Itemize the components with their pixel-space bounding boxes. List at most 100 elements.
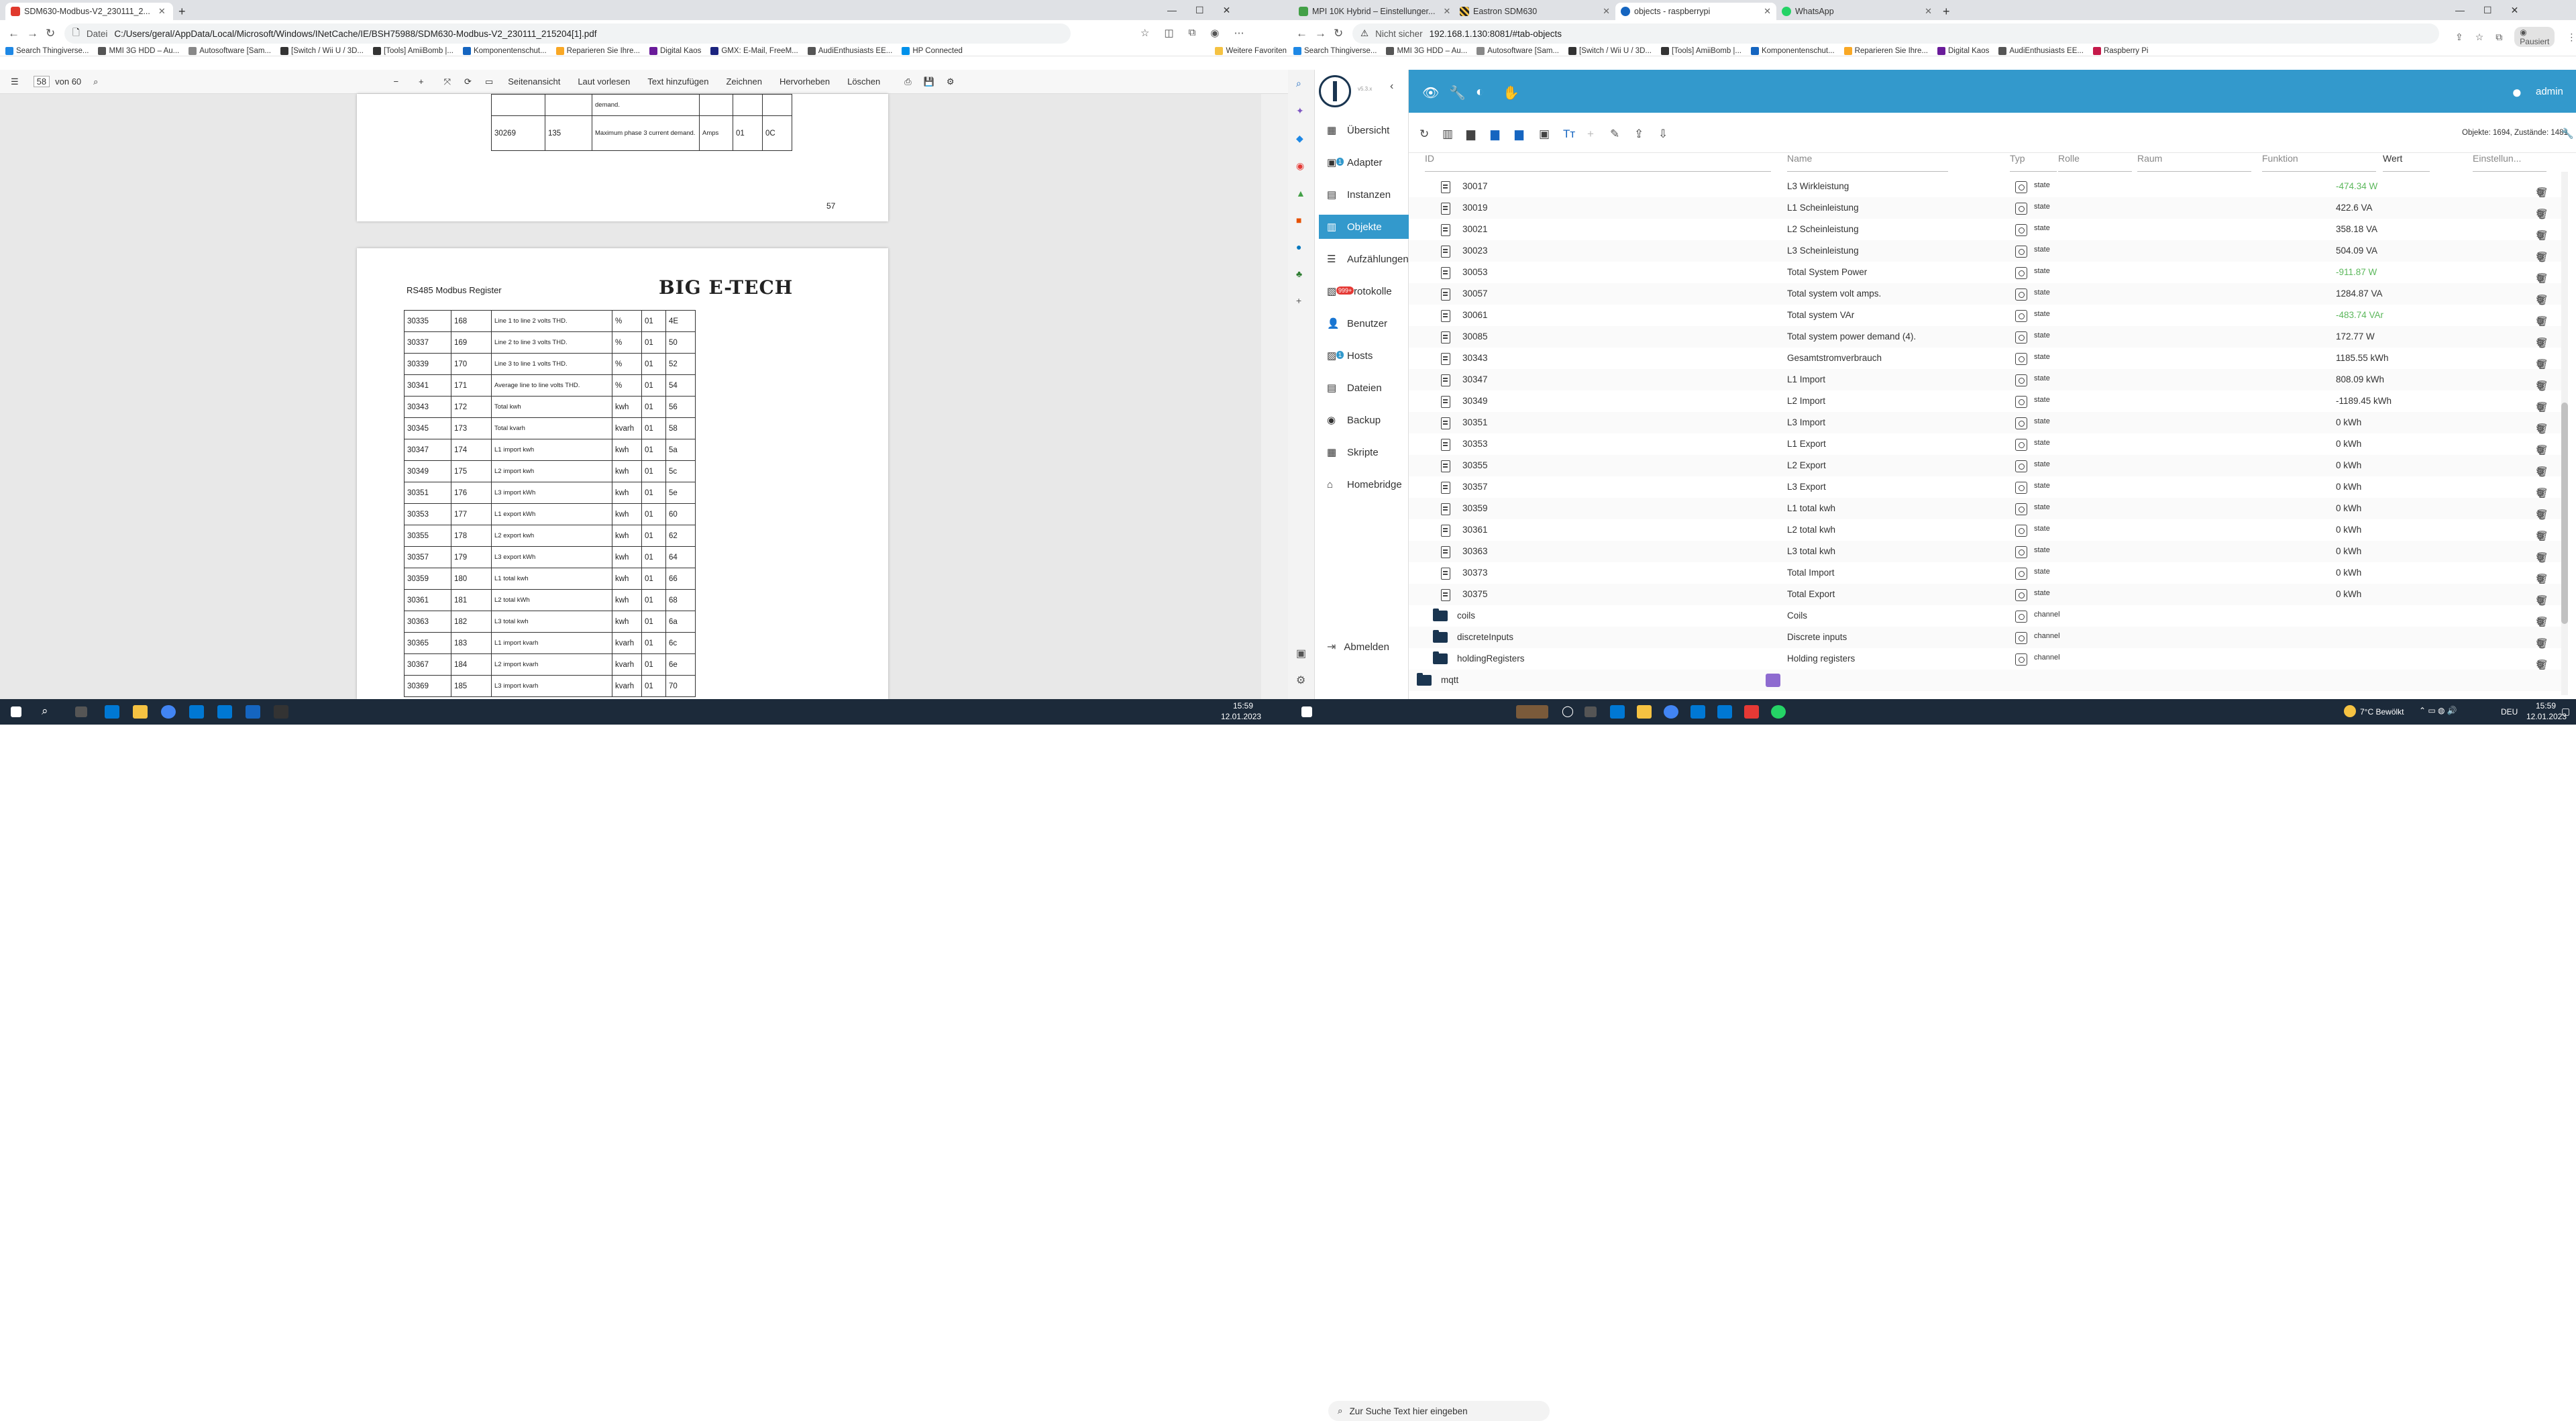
apps-icon[interactable]: ✦ [1296,105,1305,117]
add-text-button[interactable]: Text hinzufügen [647,76,708,87]
bookmark[interactable]: HP Connected [902,47,963,55]
column-id[interactable]: ID [1425,153,1771,172]
tray-icons[interactable]: ⌃ ▭ ◍ 🔊 [2419,706,2457,715]
menu-item-instances[interactable]: ▤ Instanzen [1319,182,1409,207]
object-value[interactable]: 0 kWh [2336,546,2361,556]
object-row[interactable]: 30363 L3 total kwh state 0 kWh ✎ 🗑 ⚙ [1409,541,2563,564]
edge-icon[interactable] [1610,705,1625,719]
forward-icon[interactable]: → [1315,27,1326,40]
object-row[interactable]: 30361 L2 total kwh state 0 kWh ✎ 🗑 ⚙ [1409,519,2563,542]
page-input[interactable]: 58 [33,76,50,87]
chrome-icon[interactable] [1664,705,1678,719]
expert-icon[interactable]: ✋ [1503,85,1519,101]
bookmark[interactable]: Digital Kaos [649,47,701,55]
folder-row[interactable]: mqtt [1409,670,2563,691]
object-value[interactable]: -1189.45 kWh [2336,396,2392,406]
zoom-out-icon[interactable]: − [393,76,398,87]
object-value[interactable]: 0 kWh [2336,589,2361,599]
menu-item-backup[interactable]: ◉ Backup [1319,408,1409,432]
store-icon[interactable] [1690,705,1705,719]
search-icon[interactable]: ⌕ [93,76,98,87]
object-value[interactable]: 1284.87 VA [2336,288,2383,299]
app-icon[interactable] [274,705,288,719]
object-row[interactable]: 30359 L1 total kwh state 0 kWh ✎ 🗑 ⚙ [1409,498,2563,521]
bookmark[interactable]: MMI 3G HDD – Au... [98,47,179,55]
share-icon[interactable]: ⇪ [2455,32,2463,43]
close-icon[interactable]: ✕ [1925,6,1932,17]
windows-start-icon[interactable] [11,706,21,717]
bookmark-more[interactable]: Weitere Favoriten [1215,47,1287,55]
tools-icon[interactable]: ▲ [1296,188,1305,199]
columns-icon[interactable]: ▥ [1442,127,1453,141]
object-value[interactable]: 172.77 W [2336,331,2375,341]
bookmark[interactable]: [Switch / Wii U / 3D... [1568,47,1652,55]
objects-scrollbar-thumb[interactable] [2561,403,2568,624]
collections-icon[interactable]: ⧉ [1189,27,1196,39]
object-row[interactable]: 30373 Total Import state 0 kWh ✎ 🗑 ⚙ [1409,562,2563,585]
object-value[interactable]: -911.87 W [2336,267,2377,277]
office-icon[interactable]: ■ [1296,215,1305,225]
erase-button[interactable]: Löschen [847,76,880,87]
object-row[interactable]: 30057 Total system volt amps. state 1284.87… [1409,283,2563,306]
search-icon[interactable]: ⌕ [1296,78,1305,89]
task-view-icon[interactable] [1585,706,1597,717]
search-icon[interactable]: ⌕ [42,704,48,718]
object-value[interactable]: -483.74 VAr [2336,310,2383,320]
menu-item-homebridge[interactable]: ⌂ Homebridge [1319,472,1409,496]
object-row[interactable]: 30085 Total system power demand (4). state… [1409,326,2563,349]
object-value[interactable]: 0 kWh [2336,525,2361,535]
bookmark[interactable]: Search Thingiverse... [5,47,89,55]
menu-item-logs[interactable]: ▧ 999+ Protokolle [1319,279,1409,303]
add-icon[interactable]: + [1296,295,1305,306]
taskbar-search[interactable]: ⌕ Zur Suche Text hier eingeben [1328,1401,1550,1421]
user-name[interactable]: admin [2536,86,2563,97]
contents-icon[interactable]: ☰ [11,76,19,87]
language-indicator[interactable]: DEU [2501,707,2518,717]
page-view-icon[interactable]: ▭ [485,76,493,87]
favorite-icon[interactable]: ☆ [1140,27,1149,39]
maximize-icon[interactable]: ☐ [2483,5,2492,16]
new-tab-button[interactable]: + [173,3,191,20]
folder-icon[interactable] [1417,673,1432,686]
shopping-icon[interactable]: ◆ [1296,133,1305,144]
games-icon[interactable]: ◉ [1296,160,1305,172]
column-settings[interactable]: Einstellun... [2473,153,2546,172]
object-value[interactable]: 0 kWh [2336,417,2361,427]
bookmark[interactable]: Autosoftware [Sam... [1477,47,1559,55]
minimize-icon[interactable]: — [2455,5,2465,15]
object-value[interactable]: 422.6 VA [2336,203,2373,213]
menu-item-hosts[interactable]: ▨ 1 Hosts [1319,344,1409,368]
forward-icon[interactable]: → [27,27,38,40]
object-row[interactable]: 30349 L2 Import state -1189.45 kWh ✎ 🗑 ⚙ [1409,390,2563,413]
theme-icon[interactable]: ◐ [1476,85,1484,100]
read-aloud-button[interactable]: Laut vorlesen [578,76,630,87]
tab-pdf[interactable]: SDM630-Modbus-V2_230111_2... ✕ [5,3,173,20]
whatsapp-icon[interactable] [1771,705,1786,719]
add-object-icon[interactable]: + [1587,127,1594,141]
open-folder-icon[interactable]: ▆ [1491,127,1499,141]
folder-icon[interactable] [1433,651,1448,664]
edit-object-icon[interactable]: ✎ [1610,127,1619,141]
tab-whatsapp[interactable]: WhatsApp ✕ [1776,3,1937,20]
text-icon[interactable]: Tт [1563,127,1575,141]
folder-row[interactable]: discreteInputs Discrete inputs channel ✎ 🗑 ⚙ [1409,627,2563,649]
bookmark[interactable]: AudiEnthusiasts EE... [807,47,892,55]
upload-icon[interactable]: ⇪ [1634,127,1644,141]
column-type[interactable]: Typ [2010,153,2057,172]
object-row[interactable]: 30351 L3 Import state 0 kWh ✎ 🗑 ⚙ [1409,412,2563,435]
folder-icon[interactable] [1433,609,1448,621]
menu-item-users[interactable]: 👤 Benutzer [1319,311,1409,335]
folder-row[interactable]: holdingRegisters Holding registers channel… [1409,648,2563,671]
wrench-icon[interactable]: 🔧 [1449,85,1466,101]
refresh-icon[interactable]: ↻ [1334,27,1343,40]
windows-start-icon[interactable] [1301,706,1312,717]
fit-icon[interactable]: ⤧ [444,76,451,87]
print-icon[interactable]: ⎙ [904,76,911,87]
back-icon[interactable]: ← [1296,27,1307,40]
object-row[interactable]: 30347 L1 Import state 808.09 kWh ✎ 🗑 ⚙ [1409,369,2563,392]
menu-item-files[interactable]: ▤ Dateien [1319,376,1409,400]
close-window-icon[interactable]: ✕ [1223,5,1231,16]
menu-item-scripts[interactable]: ▦ Skripte [1319,440,1409,464]
close-icon[interactable]: ✕ [1764,6,1771,17]
object-row[interactable]: 30343 Gesamtstromverbrauch state 1185.55 kW… [1409,348,2563,370]
